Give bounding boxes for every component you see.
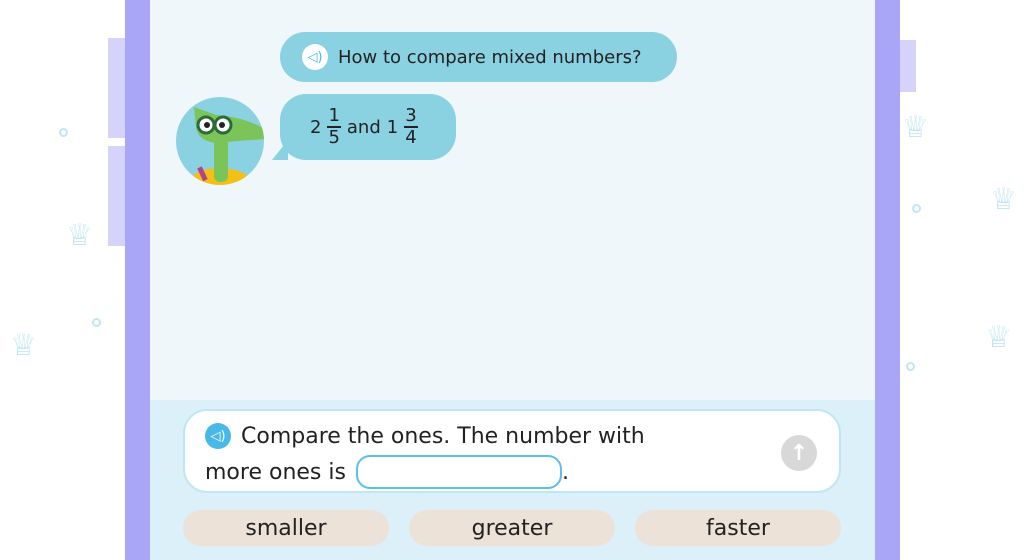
decor-block [108,146,125,246]
speaker-icon[interactable]: ◁) [302,44,328,70]
prompt-period: . [561,459,569,485]
decor-leaf-icon: ♕ [990,182,1017,217]
bubble-tail [272,140,288,160]
connector-text: and [346,116,381,138]
decor-dot [906,362,915,371]
fraction: 15 [327,105,341,148]
option-faster[interactable]: faster [635,510,841,546]
decor-leaf-icon: ♕ [985,320,1012,355]
mascot-avatar [176,97,264,185]
question-text: How to compare mixed numbers? [338,46,642,68]
decor-dot [59,128,68,137]
numbers-bubble: 2 15 and 1 34 [280,94,456,160]
prompt-line-2: more ones is [205,459,346,485]
decor-dot [92,318,101,327]
decor-block [108,38,125,138]
prompt-card: ◁) Compare the ones. The number with mor… [183,409,841,493]
option-greater[interactable]: greater [409,510,615,546]
decor-leaf-icon: ♕ [902,110,929,145]
option-smaller[interactable]: smaller [183,510,389,546]
arrow-up-icon: ↑ [789,440,809,466]
denominator: 4 [405,127,417,148]
speaker-icon[interactable]: ◁) [205,423,231,449]
denominator: 5 [328,127,340,148]
answer-blank-input[interactable] [355,455,562,489]
decor-dot [912,204,921,213]
whole-number: 2 [310,116,322,138]
decor-leaf-icon: ♕ [66,218,93,253]
prompt-line-1: Compare the ones. The number with [241,423,645,449]
question-bubble: ◁) How to compare mixed numbers? [280,32,677,82]
numerator: 1 [327,105,341,128]
decor-block [900,40,916,92]
fraction: 34 [404,105,418,148]
submit-button[interactable]: ↑ [781,435,817,471]
whole-number: 1 [386,116,399,138]
decor-leaf-icon: ♕ [10,328,37,363]
numerator: 3 [404,105,418,128]
